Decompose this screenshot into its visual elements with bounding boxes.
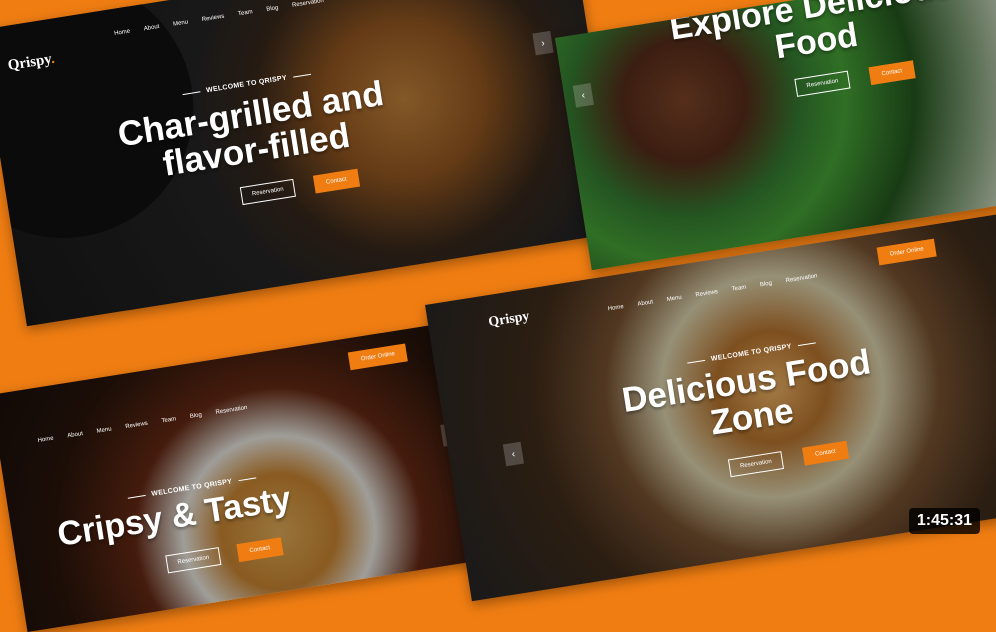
slide-cripsy-tasty: Order Online Home About Menu Reviews Tea…	[0, 319, 502, 632]
prev-arrow-icon[interactable]: ‹	[572, 83, 594, 108]
overlay	[0, 0, 620, 327]
next-arrow-icon[interactable]: ›	[532, 30, 554, 56]
prev-arrow-icon[interactable]: ‹	[502, 441, 525, 467]
slide-delicious-zone: Qrispy Home About Menu Reviews Team Blog…	[425, 211, 996, 602]
slide-char-grilled: Qrispy. Home About Menu Reviews Team Blo…	[0, 0, 620, 327]
video-duration-badge: 1:45:31	[908, 508, 980, 534]
